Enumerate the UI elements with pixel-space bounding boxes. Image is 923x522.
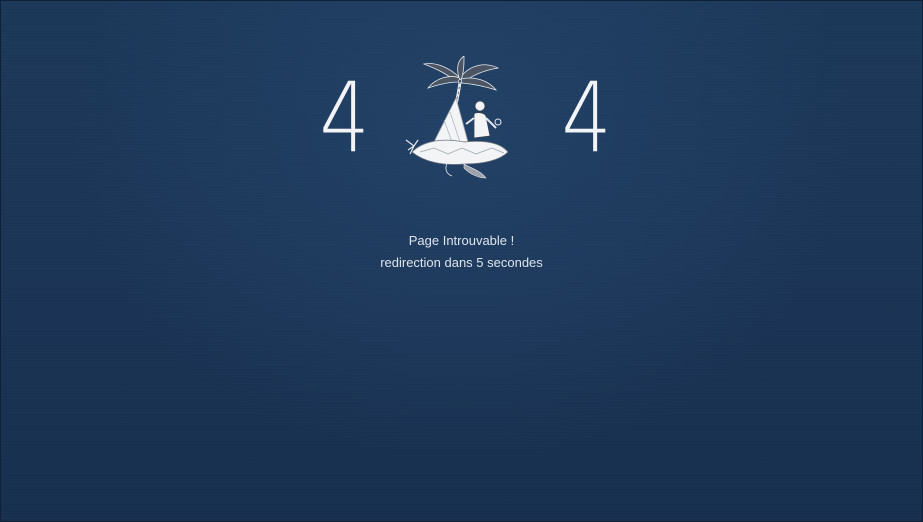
error-digit-first: 4	[319, 62, 370, 174]
castaway-island-icon	[405, 56, 509, 179]
error-code-404: 4 4	[0, 0, 923, 200]
error-digit-last: 4	[561, 62, 612, 174]
error-message-title: Page Introuvable !	[408, 233, 515, 248]
redirect-countdown-text: redirection dans 5 secondes	[380, 255, 543, 270]
